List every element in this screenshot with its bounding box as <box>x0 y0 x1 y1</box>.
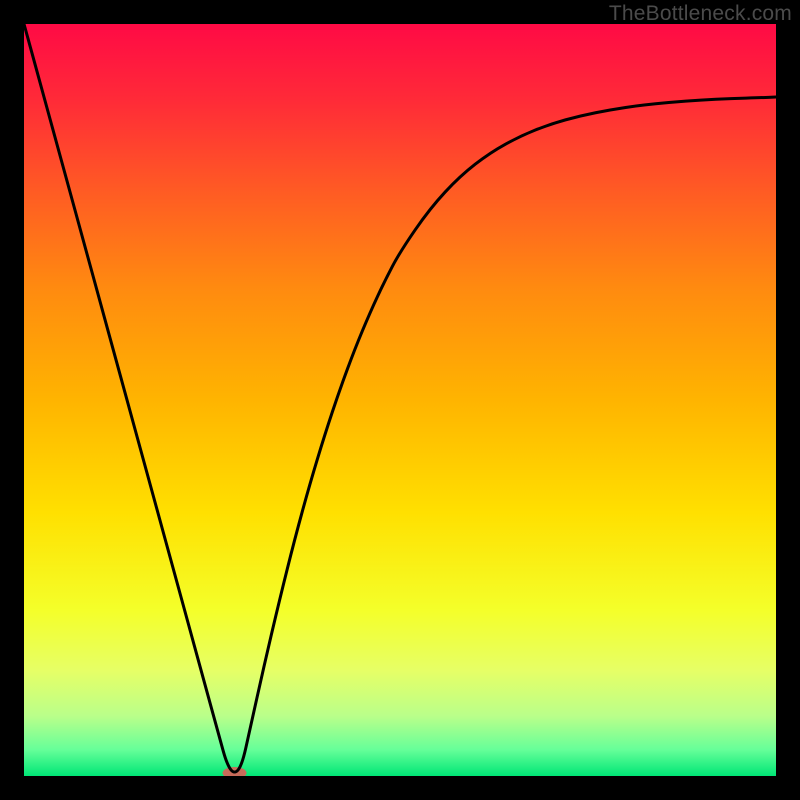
watermark-text: TheBottleneck.com <box>609 2 792 26</box>
chart-frame <box>24 24 776 776</box>
gradient-background <box>24 24 776 776</box>
bottleneck-chart <box>24 24 776 776</box>
